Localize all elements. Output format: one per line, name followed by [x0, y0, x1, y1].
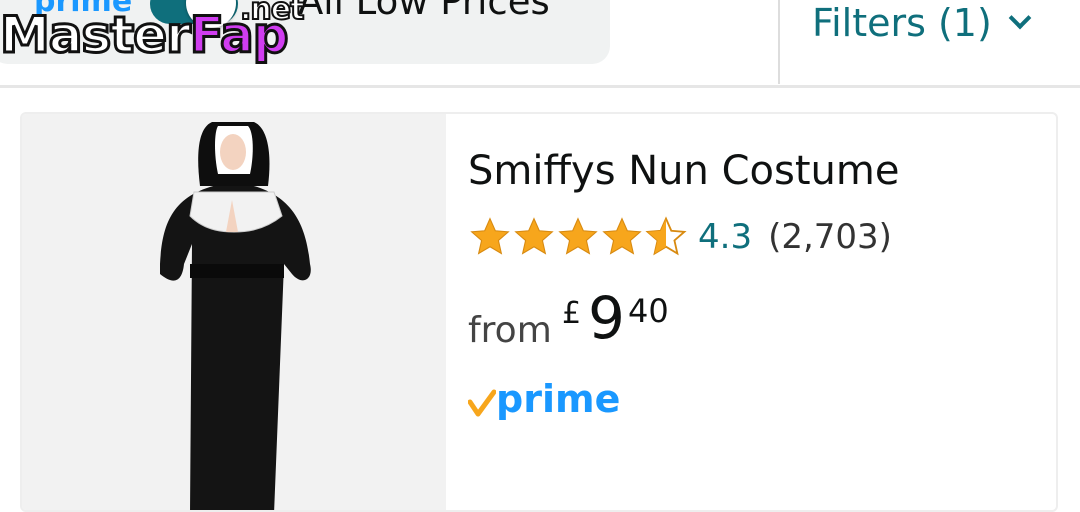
watermark-net: .net	[239, 0, 305, 28]
chevron-down-icon	[1008, 6, 1032, 30]
star-icon	[558, 217, 598, 255]
prime-label: prime	[496, 377, 621, 421]
checkmark-icon	[468, 389, 496, 417]
price-whole: 9	[588, 284, 625, 352]
rating-count: (2,703)	[768, 217, 892, 257]
price-currency: £	[562, 296, 582, 331]
price-fraction: 40	[628, 292, 669, 330]
star-icon	[602, 217, 642, 255]
product-title[interactable]: Smiffys Nun Costume	[468, 148, 899, 194]
star-rating	[468, 215, 688, 259]
half-star-icon	[645, 216, 687, 256]
product-details: Smiffys Nun Costume 4.3 (2,703) from £ 9…	[468, 114, 1056, 510]
rating-row[interactable]: 4.3 (2,703)	[468, 212, 892, 262]
watermark-master: Master	[0, 5, 192, 66]
product-image[interactable]	[22, 114, 446, 510]
costume-figure-image	[160, 122, 311, 510]
prime-badge: prime	[468, 374, 620, 418]
product-card[interactable]: Smiffys Nun Costume 4.3 (2,703) from £ 9…	[20, 112, 1058, 512]
star-icon	[470, 217, 510, 255]
star-icon	[514, 217, 554, 255]
filters-button[interactable]: Filters (1)	[812, 0, 1032, 46]
toggle-label: All Low Prices	[298, 0, 550, 23]
divider	[778, 0, 780, 84]
price-prefix: from	[468, 310, 552, 351]
rating-value: 4.3	[698, 217, 753, 257]
watermark: MasterFap .net	[0, 0, 305, 76]
filters-label: Filters (1)	[812, 1, 992, 45]
